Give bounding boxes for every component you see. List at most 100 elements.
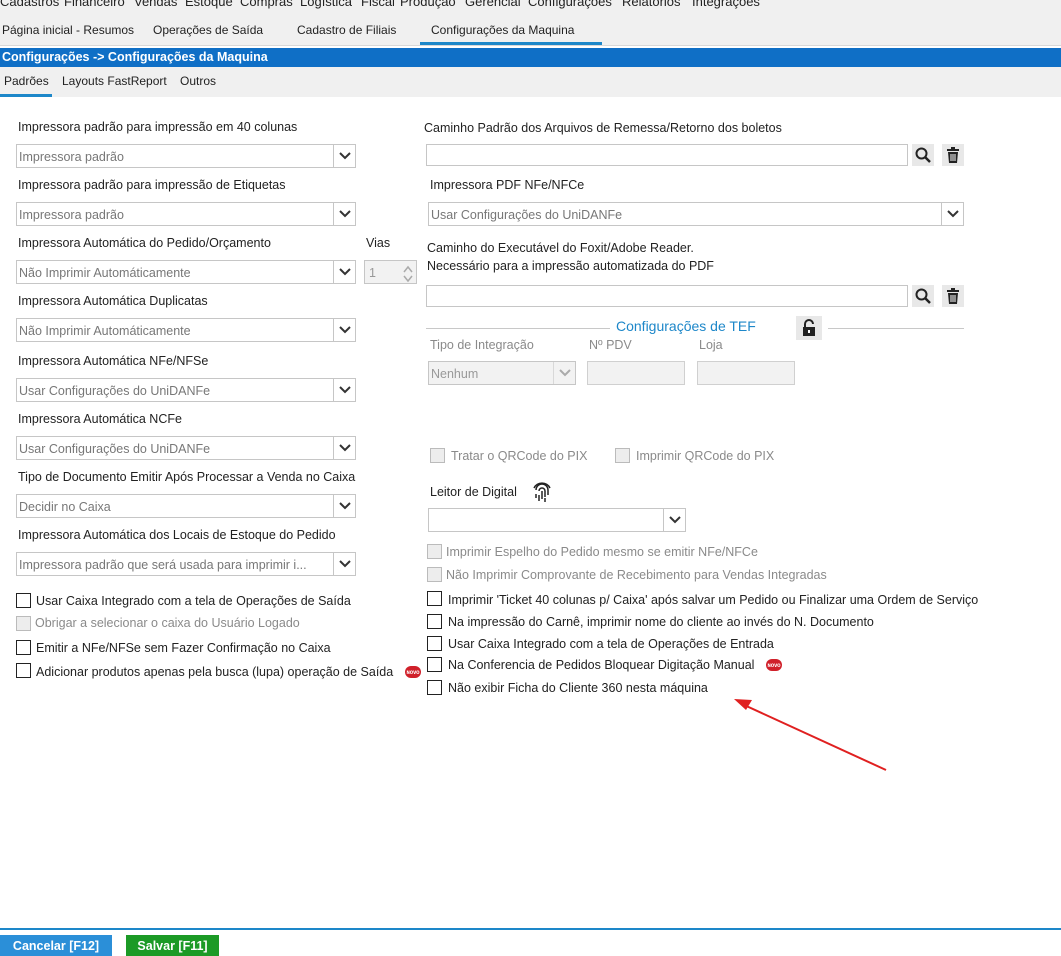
auto-order-label: Impressora Automática do Pedido/Orçament… [18, 236, 271, 250]
menu-item-vendas[interactable]: Vendas [134, 0, 177, 9]
chevron-down-icon[interactable] [663, 509, 685, 531]
spin-up-icon[interactable] [402, 262, 414, 273]
print-qrcode-checkbox[interactable] [615, 448, 630, 463]
menu-item-configuracoes[interactable]: Configurações [528, 0, 612, 9]
page-title: Configurações -> Configurações da Maquin… [0, 48, 1061, 67]
trash-icon[interactable] [942, 144, 964, 166]
integrated-entry-label: Usar Caixa Integrado com a tela de Opera… [448, 637, 774, 651]
reader-select[interactable] [428, 508, 686, 532]
ticket40-checkbox[interactable] [427, 591, 442, 606]
settings-subtabs: Padrões Layouts FastReport Outros [0, 67, 1061, 97]
integrated-cash-checkbox[interactable] [16, 593, 31, 608]
save-button[interactable]: Salvar [F11] [126, 935, 219, 956]
chevron-down-icon[interactable] [333, 203, 355, 225]
auto-nfe-label: Impressora Automática NFe/NFSe [18, 354, 209, 368]
tef-pdv-input[interactable] [587, 361, 685, 385]
auto-dup-select[interactable]: Não Imprimir Automáticamente [16, 318, 356, 342]
menu-item-integracoes[interactable]: Integrações [692, 0, 760, 9]
chevron-down-icon[interactable] [333, 319, 355, 341]
labels-printer-label: Impressora padrão para impressão de Etiq… [18, 178, 286, 192]
chevron-down-icon[interactable] [333, 437, 355, 459]
menu-item-relatorios[interactable]: Relatórios [622, 0, 681, 9]
integrated-cash-label: Usar Caixa Integrado com a tela de Opera… [36, 594, 351, 608]
emit-nfe-checkbox[interactable] [16, 640, 31, 655]
doc-type-select[interactable]: Decidir no Caixa [16, 494, 356, 518]
remessa-path-input[interactable] [426, 144, 908, 166]
no-360-checkbox[interactable] [427, 680, 442, 695]
qrcode-pix-checkbox[interactable] [430, 448, 445, 463]
integrated-entry-checkbox[interactable] [427, 636, 442, 651]
ticket40-label: Imprimir 'Ticket 40 colunas p/ Caixa' ap… [448, 593, 979, 607]
menu-item-fiscal[interactable]: Fiscal [361, 0, 395, 9]
chevron-down-icon[interactable] [333, 145, 355, 167]
new-badge: NOVO [766, 659, 782, 671]
annotation-arrow-icon [734, 699, 887, 771]
no-360-label: Não exibir Ficha do Cliente 360 nesta má… [448, 681, 708, 695]
reader-label: Leitor de Digital [430, 485, 517, 499]
subtab-outros[interactable]: Outros [180, 74, 216, 88]
tab-cadastro-filiais[interactable]: Cadastro de Filiais [297, 23, 396, 37]
chevron-down-icon[interactable] [553, 362, 575, 384]
menu-item-producao[interactable]: Produção [400, 0, 456, 9]
menu-item-compras[interactable]: Compras [240, 0, 293, 9]
tef-integration-label: Tipo de Integração [430, 338, 534, 352]
menu-item-financeiro[interactable]: Financeiro [64, 0, 125, 9]
menu-item-logistica[interactable]: Logística [300, 0, 352, 9]
footer-divider [0, 928, 1061, 930]
stock-print-label: Impressora Automática dos Locais de Esto… [18, 528, 336, 542]
no-receipt-checkbox[interactable] [427, 567, 442, 582]
menu-item-cadastros[interactable]: Cadastros [0, 0, 59, 9]
printer40-select[interactable]: Impressora padrão [16, 144, 356, 168]
chevron-down-icon[interactable] [941, 203, 963, 225]
auto-nfe-select[interactable]: Usar Configurações do UniDANFe [16, 378, 356, 402]
remessa-label: Caminho Padrão dos Arquivos de Remessa/R… [424, 121, 782, 135]
foxit-path-input[interactable] [426, 285, 908, 307]
pdf-printer-select[interactable]: Usar Configurações do UniDANFe [428, 202, 964, 226]
tab-pagina-inicial[interactable]: Página inicial - Resumos [2, 23, 134, 37]
print-qrcode-label: Imprimir QRCode do PIX [636, 449, 775, 463]
tef-integration-select[interactable]: Nenhum [428, 361, 576, 385]
tef-section-title: Configurações de TEF [616, 318, 756, 334]
block-manual-label: Na Conferencia de Pedidos Bloquear Digit… [448, 658, 755, 672]
trash-icon[interactable] [942, 285, 964, 307]
force-user-cash-label: Obrigar a selecionar o caixa do Usuário … [35, 616, 300, 630]
auto-ncfe-label: Impressora Automática NCFe [18, 412, 182, 426]
auto-ncfe-select[interactable]: Usar Configurações do UniDANFe [16, 436, 356, 460]
carne-name-checkbox[interactable] [427, 614, 442, 629]
fingerprint-icon [532, 482, 552, 507]
tab-configuracoes-maquina[interactable]: Configurações da Maquina [431, 23, 574, 37]
menu-item-estoque[interactable]: Estoque [185, 0, 233, 9]
chevron-down-icon[interactable] [333, 495, 355, 517]
search-icon[interactable] [912, 285, 934, 307]
carne-name-label: Na impressão do Carnê, imprimir nome do … [448, 615, 874, 629]
labels-printer-select[interactable]: Impressora padrão [16, 202, 356, 226]
active-subtab-indicator [0, 94, 52, 97]
auto-order-select[interactable]: Não Imprimir Automáticamente [16, 260, 356, 284]
search-icon[interactable] [912, 144, 934, 166]
subtab-layouts-fastreport[interactable]: Layouts FastReport [62, 74, 167, 88]
foxit-label-line1: Caminho do Executável do Foxit/Adobe Rea… [427, 241, 694, 255]
subtab-padroes[interactable]: Padrões [4, 74, 49, 88]
tab-operacoes-saida[interactable]: Operações de Saída [153, 23, 263, 37]
stock-print-select[interactable]: Impressora padrão que será usada para im… [16, 552, 356, 576]
auto-dup-label: Impressora Automática Duplicatas [18, 294, 208, 308]
tef-store-input[interactable] [697, 361, 795, 385]
force-user-cash-checkbox[interactable] [16, 616, 31, 631]
cancel-button[interactable]: Cancelar [F12] [0, 935, 112, 956]
block-manual-checkbox[interactable] [427, 657, 442, 672]
copies-label: Vias [366, 236, 391, 250]
tef-divider-right [828, 328, 964, 329]
tef-store-label: Loja [699, 338, 723, 352]
add-products-checkbox[interactable] [16, 663, 31, 678]
mirror-checkbox[interactable] [427, 544, 442, 559]
copies-spinner[interactable]: 1 [364, 260, 417, 284]
spin-down-icon[interactable] [402, 272, 414, 283]
menu-item-gerencial[interactable]: Gerencial [465, 0, 521, 9]
tef-pdv-label: Nº PDV [589, 338, 632, 352]
unlock-icon[interactable] [796, 316, 822, 340]
active-tab-indicator [420, 42, 602, 45]
chevron-down-icon[interactable] [333, 261, 355, 283]
chevron-down-icon[interactable] [333, 553, 355, 575]
mirror-label: Imprimir Espelho do Pedido mesmo se emit… [446, 545, 758, 559]
chevron-down-icon[interactable] [333, 379, 355, 401]
